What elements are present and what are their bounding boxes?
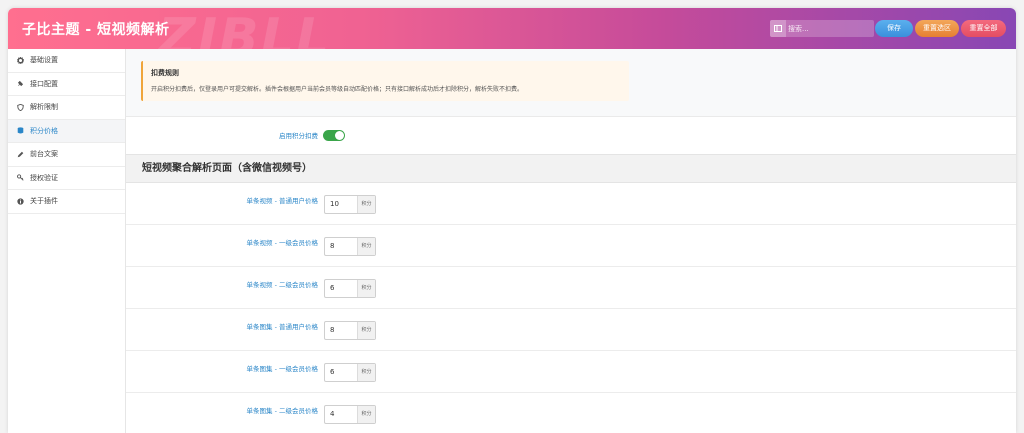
sidebar-item-label: 关于插件 xyxy=(30,197,58,206)
main-content: 扣费规则 开启积分扣费后，仅登录用户可提交解析。插件会根据用户当前会员等级自动匹… xyxy=(126,49,1016,433)
search-input[interactable] xyxy=(788,20,874,37)
field-row: 单条图集 - 二级会员价格 4 积分 xyxy=(126,393,1016,433)
toggle-knob xyxy=(335,131,344,140)
price-input[interactable]: 8 积分 xyxy=(324,237,376,256)
shield-icon xyxy=(17,103,24,111)
price-value[interactable]: 8 xyxy=(325,322,357,339)
enable-points-toggle[interactable] xyxy=(323,130,345,141)
unit-label: 积分 xyxy=(357,406,375,423)
enable-points-label: 启用积分扣费 xyxy=(279,132,318,140)
pencil-icon xyxy=(17,151,24,158)
sidebar: 基础设置 接口配置 解析限制 积分价格 前台文案 授权验证 关于插件 xyxy=(8,49,126,433)
price-value[interactable]: 8 xyxy=(325,238,357,255)
field-row: 单条视频 - 普通用户价格 10 积分 xyxy=(126,183,1016,225)
sidebar-item-label: 前台文案 xyxy=(30,150,58,159)
header-watermark: ZIBLL xyxy=(158,8,331,49)
sidebar-item-front-text[interactable]: 前台文案 xyxy=(8,143,125,167)
notice-box: 扣费规则 开启积分扣费后，仅登录用户可提交解析。插件会根据用户当前会员等级自动匹… xyxy=(141,61,629,101)
price-value[interactable]: 6 xyxy=(325,280,357,297)
header-bar: ZIBLL 子比主题 - 短视频解析 保存 重置选区 重置全部 xyxy=(8,8,1016,49)
price-input[interactable]: 6 积分 xyxy=(324,363,376,382)
plug-icon xyxy=(17,80,24,87)
unit-label: 积分 xyxy=(357,238,375,255)
field-label: 单条视频 - 普通用户价格 xyxy=(246,197,318,205)
sidebar-item-points-price[interactable]: 积分价格 xyxy=(8,119,125,143)
page-title: 子比主题 - 短视频解析 xyxy=(22,22,170,38)
field-label: 单条图集 - 普通用户价格 xyxy=(246,323,318,331)
save-button[interactable]: 保存 xyxy=(875,20,913,37)
sidebar-item-basic-settings[interactable]: 基础设置 xyxy=(8,49,125,73)
sidebar-item-label: 解析限制 xyxy=(30,103,58,112)
sidebar-item-label: 积分价格 xyxy=(30,126,58,135)
unit-label: 积分 xyxy=(357,280,375,297)
price-input[interactable]: 10 积分 xyxy=(324,195,376,214)
sidebar-item-parse-limits[interactable]: 解析限制 xyxy=(8,96,125,120)
gear-icon xyxy=(17,56,24,64)
price-value[interactable]: 4 xyxy=(325,406,357,423)
field-row: 单条图集 - 一级会员价格 6 积分 xyxy=(126,351,1016,393)
unit-label: 积分 xyxy=(357,322,375,339)
unit-label: 积分 xyxy=(357,196,375,213)
notice-text: 开启积分扣费后，仅登录用户可提交解析。插件会根据用户当前会员等级自动匹配价格；只… xyxy=(151,86,524,93)
notice-title: 扣费规则 xyxy=(151,69,179,77)
sidebar-item-about[interactable]: 关于插件 xyxy=(8,190,125,214)
field-label: 单条图集 - 二级会员价格 xyxy=(246,407,318,415)
field-label: 单条视频 - 二级会员价格 xyxy=(246,281,318,289)
info-icon xyxy=(17,198,24,205)
unit-label: 积分 xyxy=(357,364,375,381)
section-title: 短视频聚合解析页面（含微信视频号） xyxy=(126,154,1016,183)
database-icon xyxy=(17,127,24,134)
sidebar-item-label: 授权验证 xyxy=(30,173,58,182)
sidebar-item-label: 接口配置 xyxy=(30,79,58,88)
price-input[interactable]: 8 积分 xyxy=(324,321,376,340)
reset-section-button[interactable]: 重置选区 xyxy=(915,20,959,37)
field-row: 单条图集 - 普通用户价格 8 积分 xyxy=(126,309,1016,351)
reset-all-button[interactable]: 重置全部 xyxy=(961,20,1006,37)
enable-points-row: 启用积分扣费 xyxy=(126,116,1016,154)
field-row: 单条视频 - 一级会员价格 8 积分 xyxy=(126,225,1016,267)
field-label: 单条视频 - 一级会员价格 xyxy=(246,239,318,247)
price-input[interactable]: 4 积分 xyxy=(324,405,376,424)
app-window: ZIBLL 子比主题 - 短视频解析 保存 重置选区 重置全部 基础设置 接口配… xyxy=(8,8,1016,433)
field-row: 单条视频 - 二级会员价格 6 积分 xyxy=(126,267,1016,309)
key-icon xyxy=(17,174,24,181)
price-value[interactable]: 10 xyxy=(325,196,357,213)
price-input[interactable]: 6 积分 xyxy=(324,279,376,298)
sidebar-item-license[interactable]: 授权验证 xyxy=(8,166,125,190)
price-value[interactable]: 6 xyxy=(325,364,357,381)
sidebar-item-api-config[interactable]: 接口配置 xyxy=(8,72,125,96)
search-icon[interactable] xyxy=(770,20,786,37)
search-box xyxy=(770,20,874,37)
sidebar-item-label: 基础设置 xyxy=(30,56,58,65)
field-label: 单条图集 - 一级会员价格 xyxy=(246,365,318,373)
